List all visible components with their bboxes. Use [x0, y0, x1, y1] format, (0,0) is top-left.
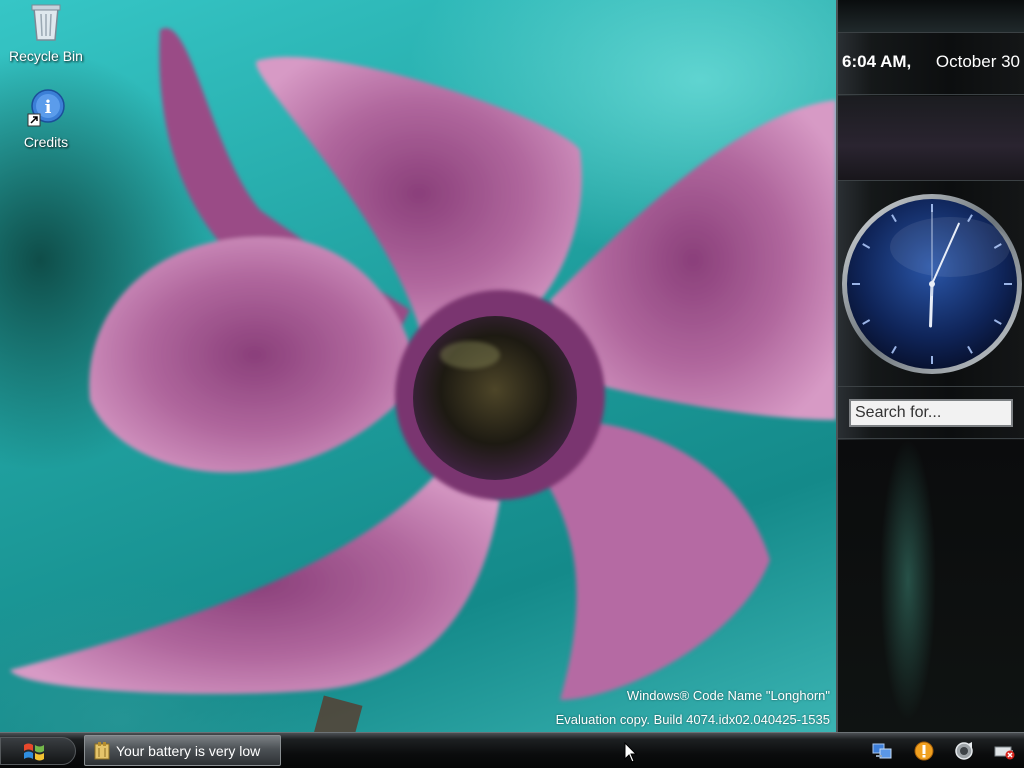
sidebar-divider	[838, 94, 1024, 95]
credits-desktop-icon[interactable]: i Credits	[0, 88, 92, 150]
start-button[interactable]	[0, 737, 76, 765]
watermark-line-1: Windows® Code Name "Longhorn"	[626, 688, 830, 703]
taskbar: Your battery is very low	[0, 732, 1024, 768]
sidebar: 6:04 AM, October 30	[836, 0, 1024, 732]
recycle-bin-desktop-icon[interactable]: Recycle Bin	[0, 2, 92, 64]
wallpaper-flower	[10, 28, 836, 732]
petal-bottom-left	[10, 470, 500, 694]
battery-warning-icon	[94, 742, 110, 760]
watermark-line-2: Evaluation copy. Build 4074.idx02.040425…	[555, 712, 830, 727]
network-icon[interactable]	[871, 740, 893, 762]
recycle-bin-label: Recycle Bin	[9, 48, 83, 64]
sidebar-divider	[838, 32, 1024, 33]
sidebar-date: October 30	[935, 52, 1020, 71]
sidebar-divider	[838, 180, 1024, 181]
recycle-bin-icon	[31, 4, 61, 41]
volume-icon[interactable]	[953, 740, 975, 762]
credits-label: Credits	[23, 134, 69, 150]
svg-text:i: i	[45, 97, 52, 118]
mouse-cursor-icon	[624, 742, 638, 763]
sidebar-divider	[838, 386, 1024, 387]
power-icon[interactable]	[994, 740, 1016, 762]
security-alert-icon[interactable]	[913, 740, 935, 762]
taskbar-item-label: Your battery is very low	[116, 743, 261, 759]
sidebar-search-input[interactable]	[849, 399, 1013, 427]
sidebar-empty-area	[838, 440, 1024, 732]
windows-flag-icon	[24, 743, 44, 761]
analog-clock[interactable]	[840, 192, 1024, 380]
sidebar-divider	[838, 438, 1024, 439]
sidebar-top-tile	[838, 0, 1024, 32]
desktop: Recycle Bin i Credits Windows® Code Name…	[0, 0, 836, 732]
petal-left	[89, 236, 421, 473]
sidebar-time: 6:04 AM,	[842, 52, 912, 71]
info-shortcut-icon: i	[27, 89, 65, 127]
sidebar-gradient-tile	[838, 96, 1024, 180]
flower-center	[413, 316, 577, 480]
taskbar-item-battery[interactable]: Your battery is very low	[84, 735, 281, 766]
